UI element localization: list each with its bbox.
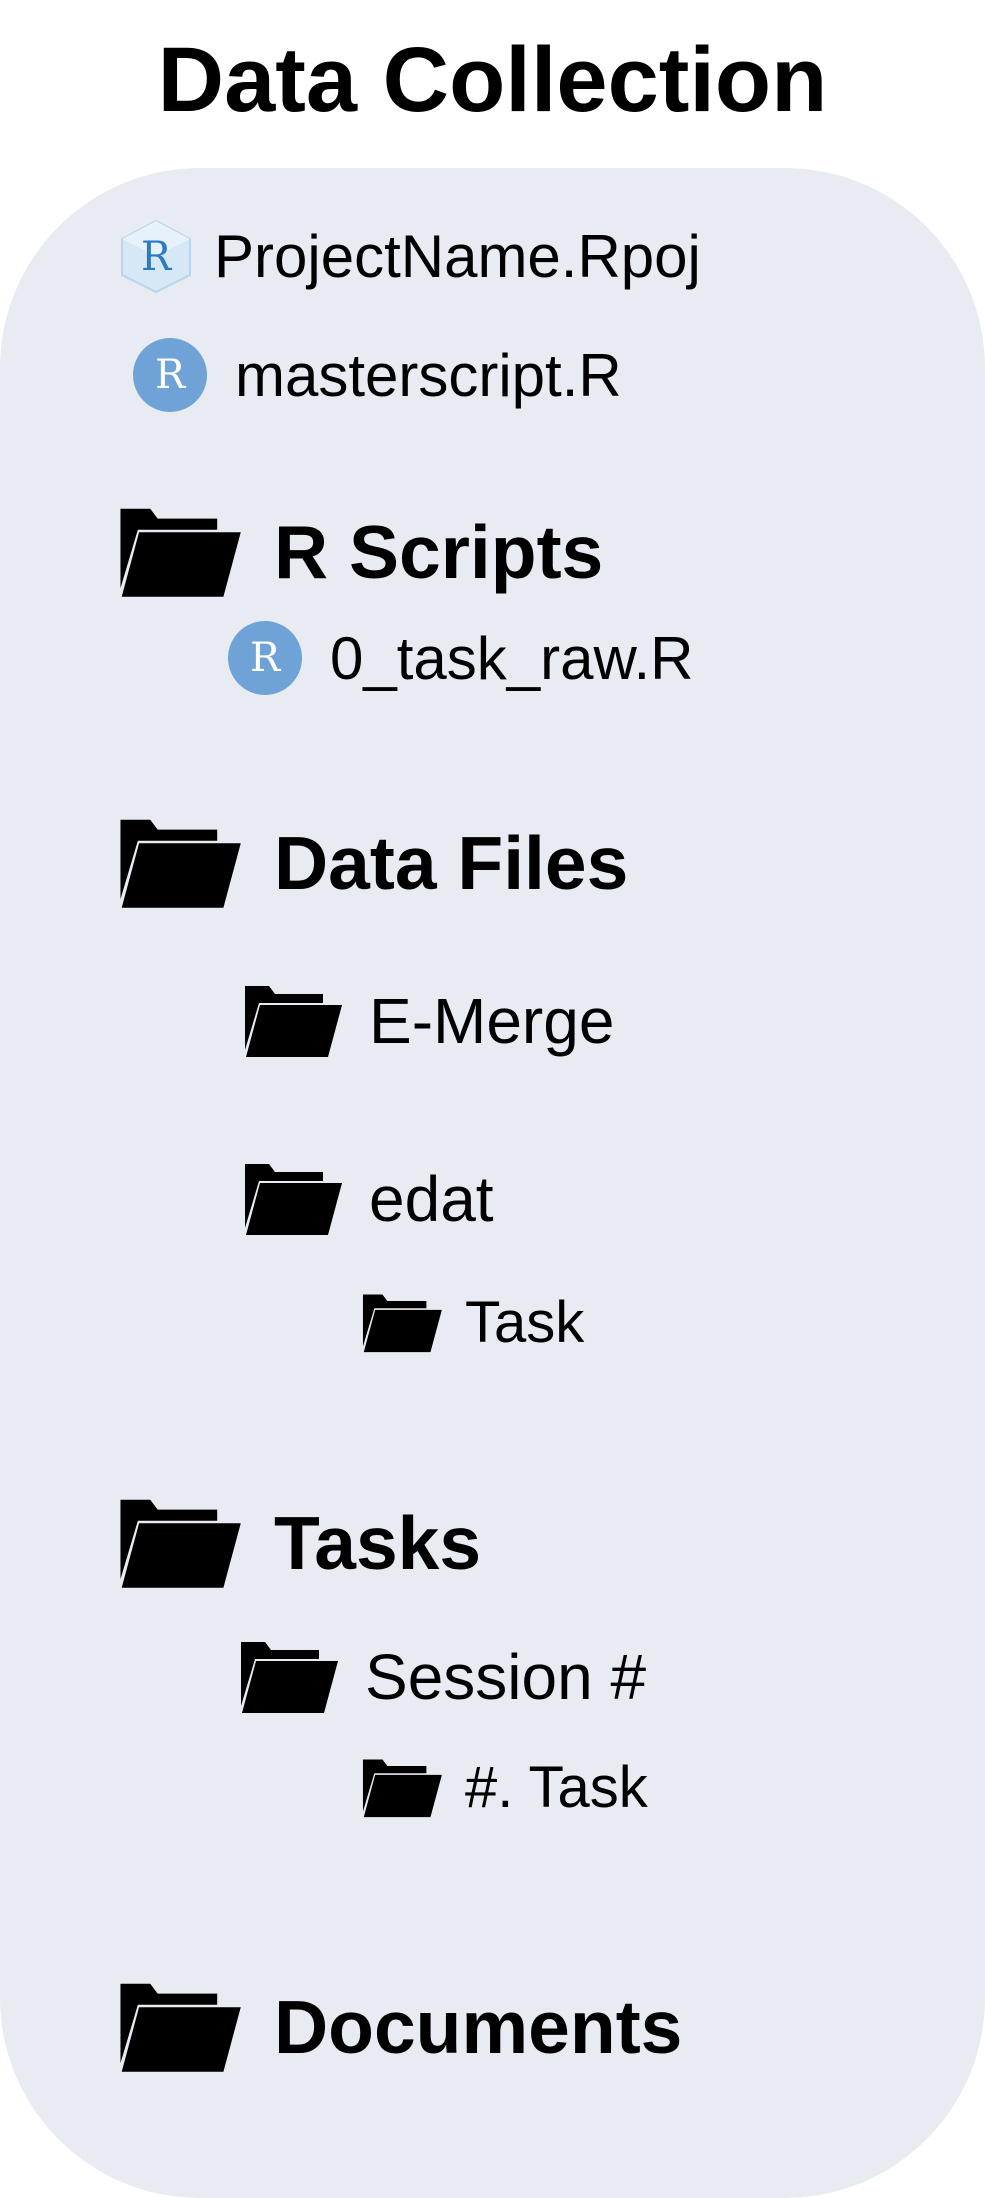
- folder-open-icon: [361, 1757, 443, 1818]
- r-file-icon: [228, 621, 302, 695]
- project-file-label: ProjectName.Rpoj: [214, 222, 701, 290]
- folder-tasks[interactable]: Tasks: [118, 1496, 481, 1589]
- folder-documents[interactable]: Documents: [118, 1980, 682, 2073]
- folder-open-icon: [243, 983, 343, 1058]
- folder-edat[interactable]: edat: [243, 1161, 494, 1236]
- folder-r-scripts[interactable]: R Scripts: [118, 505, 603, 598]
- folder-data-files[interactable]: Data Files: [118, 816, 628, 909]
- folder-open-icon: [118, 1496, 242, 1589]
- rproject-icon: [118, 218, 194, 294]
- project-file-item[interactable]: ProjectName.Rpoj: [118, 218, 701, 294]
- folder-documents-label: Documents: [274, 1984, 683, 2069]
- page-title: Data Collection: [157, 29, 828, 131]
- folder-open-icon: [118, 816, 242, 909]
- folder-tasks-label: Tasks: [274, 1500, 482, 1585]
- folder-session-label: Session #: [365, 1640, 647, 1713]
- folder-data-files-label: Data Files: [274, 820, 629, 905]
- folder-session-task[interactable]: #. Task: [361, 1754, 648, 1821]
- folder-session[interactable]: Session #: [239, 1639, 646, 1714]
- master-script-item[interactable]: masterscript.R: [133, 338, 622, 412]
- r-file-icon: [133, 338, 207, 412]
- r-script-file-item[interactable]: 0_task_raw.R: [228, 621, 694, 695]
- folder-open-icon: [239, 1639, 339, 1714]
- folder-edat-label: edat: [369, 1162, 494, 1235]
- master-script-label: masterscript.R: [235, 341, 622, 409]
- r-script-file-label: 0_task_raw.R: [330, 624, 694, 692]
- folder-r-scripts-label: R Scripts: [274, 509, 604, 594]
- folder-open-icon: [118, 505, 242, 598]
- folder-open-icon: [243, 1161, 343, 1236]
- folder-emerge[interactable]: E-Merge: [243, 983, 614, 1058]
- folder-open-icon: [361, 1292, 443, 1353]
- folder-session-task-label: #. Task: [465, 1755, 648, 1820]
- folder-emerge-label: E-Merge: [369, 984, 615, 1057]
- folder-edat-task-label: Task: [465, 1290, 585, 1355]
- folder-edat-task[interactable]: Task: [361, 1289, 584, 1356]
- folder-open-icon: [118, 1980, 242, 2073]
